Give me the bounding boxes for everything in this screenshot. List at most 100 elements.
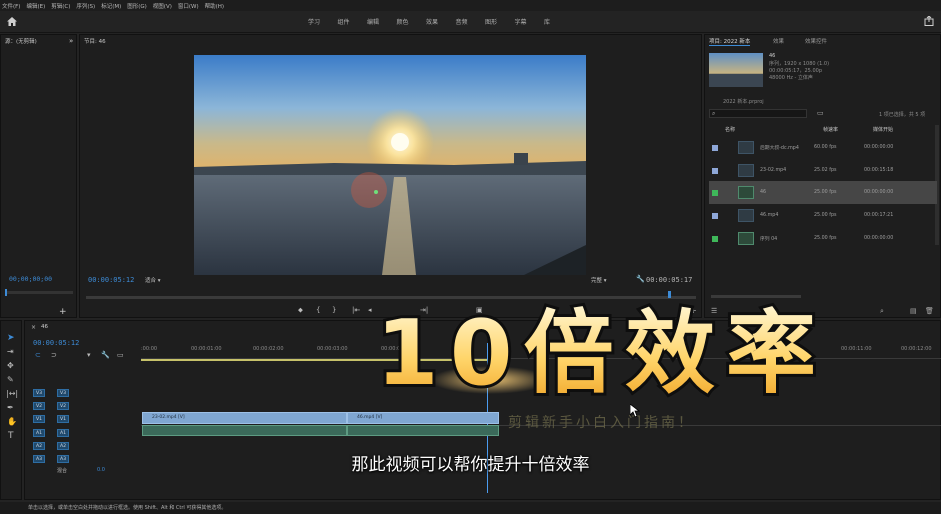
track-a2-target[interactable]: A2 bbox=[33, 442, 45, 450]
item-name: 序列 04 bbox=[760, 237, 778, 242]
razor-tool-icon[interactable]: ✎ bbox=[7, 375, 14, 384]
workspace-effects[interactable]: 效果 bbox=[426, 17, 456, 26]
captions-icon[interactable]: ▭ bbox=[117, 351, 124, 359]
in-point-icon[interactable]: { bbox=[316, 306, 320, 314]
clip-label: 46.mp4 [V] bbox=[357, 415, 383, 420]
promo-banner: 剪辑新手小白入门指南！ bbox=[508, 415, 695, 431]
timeline-tab[interactable]: 46 bbox=[41, 324, 48, 330]
clip-thumbnail-icon bbox=[738, 141, 754, 154]
menu-graphics[interactable]: 图形(G) bbox=[127, 2, 147, 10]
track-v1-name[interactable]: V1 bbox=[57, 415, 69, 423]
track-a2-name[interactable]: A2 bbox=[57, 442, 69, 450]
menu-help[interactable]: 帮助(H) bbox=[205, 2, 224, 10]
item-name: 46 bbox=[760, 190, 767, 195]
new-item-icon[interactable]: ▤ bbox=[910, 307, 917, 315]
track-v2-target[interactable]: V2 bbox=[33, 402, 45, 410]
workspace-captions[interactable]: 字幕 bbox=[515, 17, 545, 26]
workspace-graphics[interactable]: 图形 bbox=[485, 17, 515, 26]
track-v3-target[interactable]: V3 bbox=[33, 389, 45, 397]
promo-title: 10倍效率 bbox=[373, 298, 819, 409]
menu-view[interactable]: 视图(V) bbox=[153, 2, 172, 10]
track-a1-target[interactable]: A1 bbox=[33, 429, 45, 437]
hand-tool-icon[interactable]: ✋ bbox=[7, 417, 17, 426]
panel-expand-icon[interactable]: » bbox=[69, 37, 73, 45]
share-icon[interactable] bbox=[924, 16, 934, 26]
marker-icon[interactable]: ⬥ bbox=[298, 306, 303, 315]
timeline-settings-icon[interactable]: 🔧 bbox=[101, 351, 110, 359]
column-media-start[interactable]: 媒体开始 bbox=[873, 126, 893, 133]
workspace-color[interactable]: 颜色 bbox=[397, 17, 427, 26]
selection-tool-icon[interactable]: ➤ bbox=[7, 333, 15, 343]
menu-edit[interactable]: 编辑(E) bbox=[26, 2, 45, 10]
promo-title-text: 10倍效率 bbox=[376, 301, 816, 406]
label-swatch bbox=[712, 212, 718, 219]
menu-marker[interactable]: 标记(M) bbox=[101, 2, 121, 10]
track-v1-target[interactable]: V1 bbox=[33, 415, 45, 423]
source-scrub-bar[interactable] bbox=[5, 291, 73, 294]
wrench-icon[interactable]: 🔧 bbox=[636, 275, 645, 283]
project-search-input[interactable]: ⌕ bbox=[709, 109, 807, 118]
snap-icon[interactable]: ⊂ bbox=[35, 351, 41, 359]
workspace-editing[interactable]: 编辑 bbox=[367, 17, 397, 26]
workspace-audio[interactable]: 音频 bbox=[456, 17, 486, 26]
pen-tool-icon[interactable]: ✒ bbox=[7, 403, 14, 412]
sequence-name: 46 bbox=[769, 53, 776, 59]
list-item[interactable]: 序列 04 25.00 fps 00:00:00:00 bbox=[709, 227, 937, 250]
home-icon[interactable] bbox=[7, 17, 17, 26]
track-select-tool-icon[interactable]: ⇥ bbox=[7, 347, 14, 356]
audio-clip-23-02[interactable] bbox=[142, 425, 347, 436]
project-tab-label: 项目: 2022 新本 bbox=[709, 39, 751, 45]
workspace-libraries[interactable]: 库 bbox=[544, 17, 574, 26]
out-point-icon[interactable]: } bbox=[332, 306, 336, 314]
item-start: 00:00:15:18 bbox=[864, 168, 894, 173]
project-tab[interactable]: 项目: 2022 新本 bbox=[709, 37, 751, 46]
program-timecode-current[interactable]: 00:00:05:12 bbox=[88, 276, 134, 284]
list-item[interactable]: 46.mp4 25.00 fps 00:00:17:21 bbox=[709, 204, 937, 227]
ruler-tick: 00:00:12:00 bbox=[901, 346, 932, 352]
timeline-timecode[interactable]: 00:00:05:12 bbox=[33, 339, 79, 347]
workspace-learn[interactable]: 学习 bbox=[308, 17, 338, 26]
linked-selection-icon[interactable]: ⊃ bbox=[51, 351, 57, 359]
list-item[interactable]: 后期大叔-dc.mp4 60.00 fps 00:00:00:00 bbox=[709, 136, 937, 159]
track-v2-name[interactable]: V2 bbox=[57, 402, 69, 410]
go-to-in-icon[interactable]: |⇤ bbox=[352, 306, 360, 314]
menu-clip[interactable]: 剪辑(C) bbox=[51, 2, 70, 10]
ripple-edit-tool-icon[interactable]: ✥ bbox=[7, 361, 14, 370]
search-bottom-icon[interactable]: ⌕ bbox=[880, 307, 884, 316]
item-start: 00:00:00:00 bbox=[864, 236, 894, 241]
item-name: 46.mp4 bbox=[760, 213, 779, 218]
new-bin-icon[interactable]: ▭ bbox=[817, 109, 824, 117]
sequence-thumbnail-icon bbox=[738, 232, 754, 245]
track-a1-name[interactable]: A1 bbox=[57, 429, 69, 437]
item-start: 00:00:00:00 bbox=[864, 190, 894, 195]
selection-count: 1 项已选择，共 5 项 bbox=[879, 112, 926, 118]
delete-icon[interactable]: 🗑 bbox=[925, 307, 934, 315]
source-timecode: 00;00;00;00 bbox=[9, 275, 53, 283]
item-name: 后期大叔-dc.mp4 bbox=[760, 146, 799, 151]
slip-tool-icon[interactable]: |↔| bbox=[6, 389, 18, 398]
quality-dropdown[interactable]: 完整 ▾ bbox=[591, 276, 607, 284]
list-item[interactable]: 23-02.mp4 25.02 fps 00:00:15:18 bbox=[709, 159, 937, 182]
audio-clip-46[interactable] bbox=[347, 425, 499, 436]
menu-window[interactable]: 窗口(W) bbox=[178, 2, 199, 10]
type-tool-icon[interactable]: T bbox=[8, 431, 14, 441]
clip-23-02[interactable]: 23-02.mp4 [V] bbox=[142, 412, 347, 424]
effect-controls-tab[interactable]: 效果控件 bbox=[805, 37, 827, 45]
source-title: 源：(无剪辑) bbox=[5, 39, 37, 45]
column-name[interactable]: 名称 bbox=[725, 126, 735, 133]
effects-tab[interactable]: 效果 bbox=[773, 37, 784, 45]
ruler-tick: 00:00:11:00 bbox=[841, 346, 872, 352]
menu-sequence[interactable]: 序列(S) bbox=[76, 2, 95, 10]
add-marker-icon[interactable]: ▾ bbox=[87, 351, 91, 359]
menu-file[interactable]: 文件(F) bbox=[2, 2, 20, 10]
column-frame-rate[interactable]: 帧速率 bbox=[823, 126, 838, 133]
add-button-icon[interactable]: + bbox=[59, 307, 67, 317]
list-item[interactable]: 46 25.00 fps 00:00:00:00 bbox=[709, 181, 937, 204]
fit-dropdown[interactable]: 适合 ▾ bbox=[145, 276, 161, 284]
clip-46[interactable]: 46.mp4 [V] bbox=[347, 412, 499, 424]
timeline-close-icon[interactable]: × bbox=[31, 324, 36, 331]
track-v3-name[interactable]: V3 bbox=[57, 389, 69, 397]
source-playhead[interactable] bbox=[5, 289, 7, 296]
workspace-assembly[interactable]: 组件 bbox=[338, 17, 368, 26]
step-back-icon[interactable]: ◂ bbox=[368, 306, 372, 314]
